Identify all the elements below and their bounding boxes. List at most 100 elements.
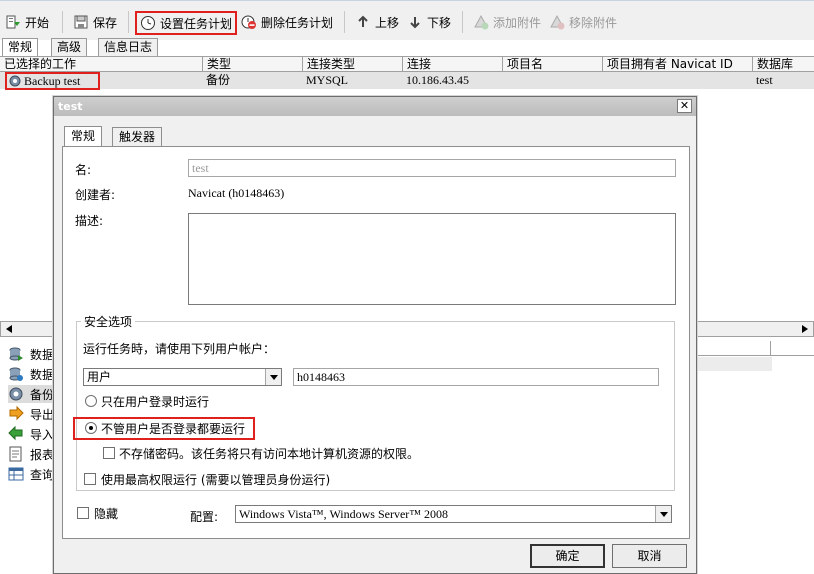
move-down-label: 下移 — [427, 15, 452, 30]
close-icon[interactable]: ✕ — [677, 99, 692, 113]
database-cell: test — [756, 73, 773, 87]
query-table-icon — [8, 467, 24, 481]
toolbar-separator — [344, 11, 345, 33]
tab-advanced[interactable]: 高级 — [51, 38, 88, 56]
right-panel-row — [697, 357, 772, 371]
table-row[interactable]: Backup test 备份 MYSQL 10.186.43.45 test — [0, 72, 814, 90]
save-label: 保存 — [93, 15, 118, 30]
add-attachment-icon — [473, 14, 489, 30]
sidebar-item-label: 数据 — [30, 347, 55, 362]
remove-attachment-icon — [549, 14, 565, 30]
creator-label: 创建者: — [75, 188, 116, 202]
account-type-select[interactable]: 用户 — [83, 368, 282, 386]
chevron-down-icon[interactable] — [265, 369, 281, 385]
toolbar: 开始 保存 设置任务计划 删除任务计划 上移 下移 添加附件 移除附件 — [0, 0, 814, 40]
schedule-dialog: test ✕ 常规 触发器 名: test 创建者: Navicat (h014… — [53, 96, 697, 574]
sidebar-item-import[interactable]: 导入 — [8, 425, 54, 443]
column-header[interactable]: 类型 — [202, 57, 302, 72]
database-sync-icon — [9, 367, 23, 381]
remove-attachment-button[interactable]: 移除附件 — [546, 9, 620, 35]
sidebar-item-data-sync[interactable]: 数据 — [8, 365, 54, 383]
delete-clock-icon — [241, 14, 257, 30]
no-store-password-label: 不存储密码。该任务将只有访问本地计算机资源的权限。 — [119, 447, 420, 461]
column-header[interactable]: 项目拥有者 Navicat ID — [602, 57, 752, 72]
move-up-label: 上移 — [375, 15, 400, 30]
cancel-button[interactable]: 取消 — [612, 544, 687, 568]
job-name-cell[interactable]: Backup test — [5, 72, 100, 90]
sidebar-item-label: 备份 — [30, 387, 55, 402]
dialog-tab-triggers[interactable]: 触发器 — [112, 127, 163, 147]
sidebar-item-label: 数据 — [30, 367, 55, 382]
description-label: 描述: — [75, 214, 104, 228]
column-header[interactable]: 数据库 — [752, 57, 814, 72]
creator-value: Navicat (h0148463) — [188, 186, 285, 200]
column-header[interactable]: 已选择的工作 — [0, 57, 202, 72]
hidden-label: 隐藏 — [94, 507, 119, 521]
import-arrow-icon — [8, 426, 23, 441]
toolbar-separator — [128, 11, 129, 33]
radio-run-always-label: 不管用户是否登录都要运行 — [101, 422, 246, 436]
toolbar-separator — [462, 11, 463, 33]
tab-log[interactable]: 信息日志 — [98, 38, 159, 56]
sidebar-item-report[interactable]: 报表 — [8, 445, 54, 463]
highest-privileges-checkbox[interactable] — [84, 473, 96, 485]
set-schedule-button[interactable]: 设置任务计划 — [135, 11, 238, 35]
dialog-title-bar[interactable]: test ✕ — [54, 97, 696, 116]
move-down-button[interactable]: 下移 — [404, 9, 454, 35]
scroll-right-icon[interactable] — [798, 322, 812, 336]
run-as-label: 运行任务時，请使用下列用户帐户： — [83, 342, 276, 356]
security-options-title: 安全选项 — [81, 313, 136, 330]
start-button[interactable]: 开始 — [2, 9, 52, 35]
scroll-left-icon[interactable] — [2, 322, 16, 336]
config-value: Windows Vista™, Windows Server™ 2008 — [239, 507, 449, 521]
dialog-title: test — [58, 100, 83, 113]
type-cell: 备份 — [206, 73, 231, 87]
database-icon — [9, 347, 23, 361]
add-attachment-button[interactable]: 添加附件 — [470, 9, 544, 35]
sidebar-item-label: 报表 — [30, 447, 55, 462]
main-tab-bar: 常规 高级 信息日志 — [0, 38, 814, 57]
column-header[interactable]: 项目名 — [502, 57, 602, 72]
export-arrow-icon — [9, 406, 24, 421]
no-store-password-checkbox[interactable] — [103, 447, 115, 459]
chevron-down-icon[interactable] — [655, 506, 671, 522]
radio-logged-on-label: 只在用户登录时运行 — [101, 395, 210, 409]
delete-schedule-label: 删除任务计划 — [261, 15, 334, 30]
sidebar-item-query[interactable]: 查询 — [8, 465, 54, 483]
hidden-checkbox[interactable] — [77, 507, 89, 519]
right-panel-header — [697, 341, 814, 356]
sidebar-item-data-transfer[interactable]: 数据 — [8, 345, 54, 363]
backup-icon — [9, 387, 23, 401]
column-header[interactable]: 连接 — [402, 57, 502, 72]
left-scrollbar[interactable] — [0, 321, 56, 337]
start-label: 开始 — [25, 15, 50, 30]
remove-attachment-label: 移除附件 — [569, 15, 618, 30]
delete-schedule-button[interactable]: 删除任务计划 — [238, 9, 336, 35]
report-icon — [9, 446, 22, 462]
column-header[interactable]: 连接类型 — [302, 57, 402, 72]
sidebar-item-export[interactable]: 导出 — [8, 405, 54, 423]
backup-job-icon — [9, 74, 21, 88]
save-icon — [73, 14, 89, 30]
tab-general[interactable]: 常规 — [2, 38, 39, 57]
account-name-field[interactable]: h0148463 — [293, 368, 659, 386]
dialog-tab-general[interactable]: 常规 — [64, 126, 103, 147]
project-owner-cell — [602, 72, 606, 89]
connection-type-cell: MYSQL — [306, 73, 349, 87]
name-field[interactable]: test — [188, 159, 676, 177]
arrow-up-icon — [355, 14, 371, 30]
dialog-panel: 名: test 创建者: Navicat (h0148463) 描述: 安全选项… — [62, 146, 690, 539]
right-scrollbar[interactable] — [697, 321, 814, 337]
move-up-button[interactable]: 上移 — [352, 9, 402, 35]
save-button[interactable]: 保存 — [70, 9, 120, 35]
project-name-cell — [502, 72, 506, 89]
radio-run-always[interactable] — [85, 422, 97, 434]
radio-logged-on[interactable] — [85, 395, 97, 407]
config-select[interactable]: Windows Vista™, Windows Server™ 2008 — [235, 505, 672, 523]
name-label: 名: — [75, 163, 92, 177]
account-type-value: 用户 — [87, 370, 112, 384]
ok-button[interactable]: 确定 — [530, 544, 605, 568]
description-textarea[interactable] — [188, 213, 676, 305]
connection-cell: 10.186.43.45 — [406, 73, 469, 87]
sidebar-item-backup[interactable]: 备份 — [8, 385, 55, 403]
